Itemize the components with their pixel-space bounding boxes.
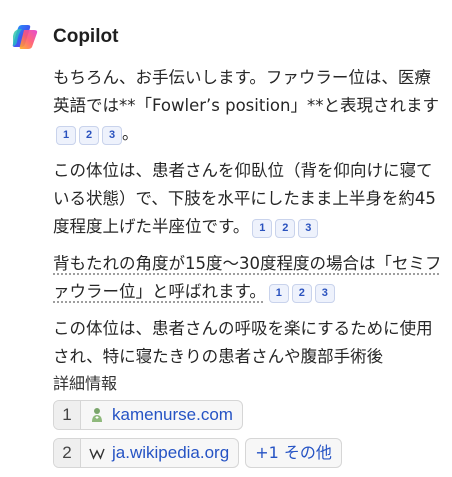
details-heading: 詳細情報 [53, 374, 118, 393]
citation-link[interactable]: 2 [275, 219, 296, 238]
source-link-kamenurse[interactable]: 1 kamenurse.com [53, 400, 243, 430]
source-domain: kamenurse.com [112, 405, 233, 424]
source-row-2: 2 ja.wikipedia.org +1 その他 [53, 438, 342, 468]
app-name: Copilot [53, 26, 119, 47]
source-domain: ja.wikipedia.org [112, 443, 230, 462]
citation-link[interactable]: 3 [102, 126, 122, 145]
message-header: Copilot [10, 22, 118, 52]
copilot-logo-icon [10, 22, 40, 52]
paragraph-text: この体位は、患者さんを仰臥位（背を仰向けに寝ている状態）で、下肢を水平にしたまま… [53, 161, 436, 236]
citation-link[interactable]: 1 [56, 126, 76, 145]
paragraph-text: もちろん、お手伝いします。ファウラー位は、医療英語では**「Fowler’s p… [53, 68, 439, 115]
paragraph-text: 背もたれの角度が15度～30度程度の場合は「セミファウラー位」と呼ばれます。 [53, 254, 442, 301]
source-row-1: 1 kamenurse.com [53, 400, 243, 430]
source-link-wikipedia[interactable]: 2 ja.wikipedia.org [53, 438, 240, 468]
citation-link[interactable]: 3 [314, 284, 335, 303]
more-sources-button[interactable]: +1 その他 [245, 438, 342, 468]
paragraph-4: この体位は、患者さんの呼吸を楽にするために使用され、特に寝たきりの患者さんや腹部… [53, 315, 445, 371]
source-number: 1 [54, 401, 81, 429]
citation-link[interactable]: 2 [291, 284, 312, 303]
wikipedia-w-icon [87, 439, 107, 467]
citation-link[interactable]: 1 [252, 219, 273, 238]
paragraph-2: この体位は、患者さんを仰臥位（背を仰向けに寝ている状態）で、下肢を水平にしたまま… [53, 157, 445, 241]
citation-link[interactable]: 1 [268, 284, 289, 303]
nurse-favicon-icon [87, 401, 107, 429]
paragraph-text: この体位は、患者さんの呼吸を楽にするために使用され、特に寝たきりの患者さんや腹部… [53, 319, 433, 366]
citation-link[interactable]: 3 [298, 219, 319, 238]
source-number: 2 [54, 439, 81, 467]
citation-link[interactable]: 2 [79, 126, 99, 145]
paragraph-suffix: 。 [122, 124, 139, 143]
paragraph-1: もちろん、お手伝いします。ファウラー位は、医療英語では**「Fowler’s p… [53, 64, 445, 148]
message-body: もちろん、お手伝いします。ファウラー位は、医療英語では**「Fowler’s p… [53, 64, 445, 380]
paragraph-3: 背もたれの角度が15度～30度程度の場合は「セミファウラー位」と呼ばれます。 1 2… [53, 250, 445, 306]
